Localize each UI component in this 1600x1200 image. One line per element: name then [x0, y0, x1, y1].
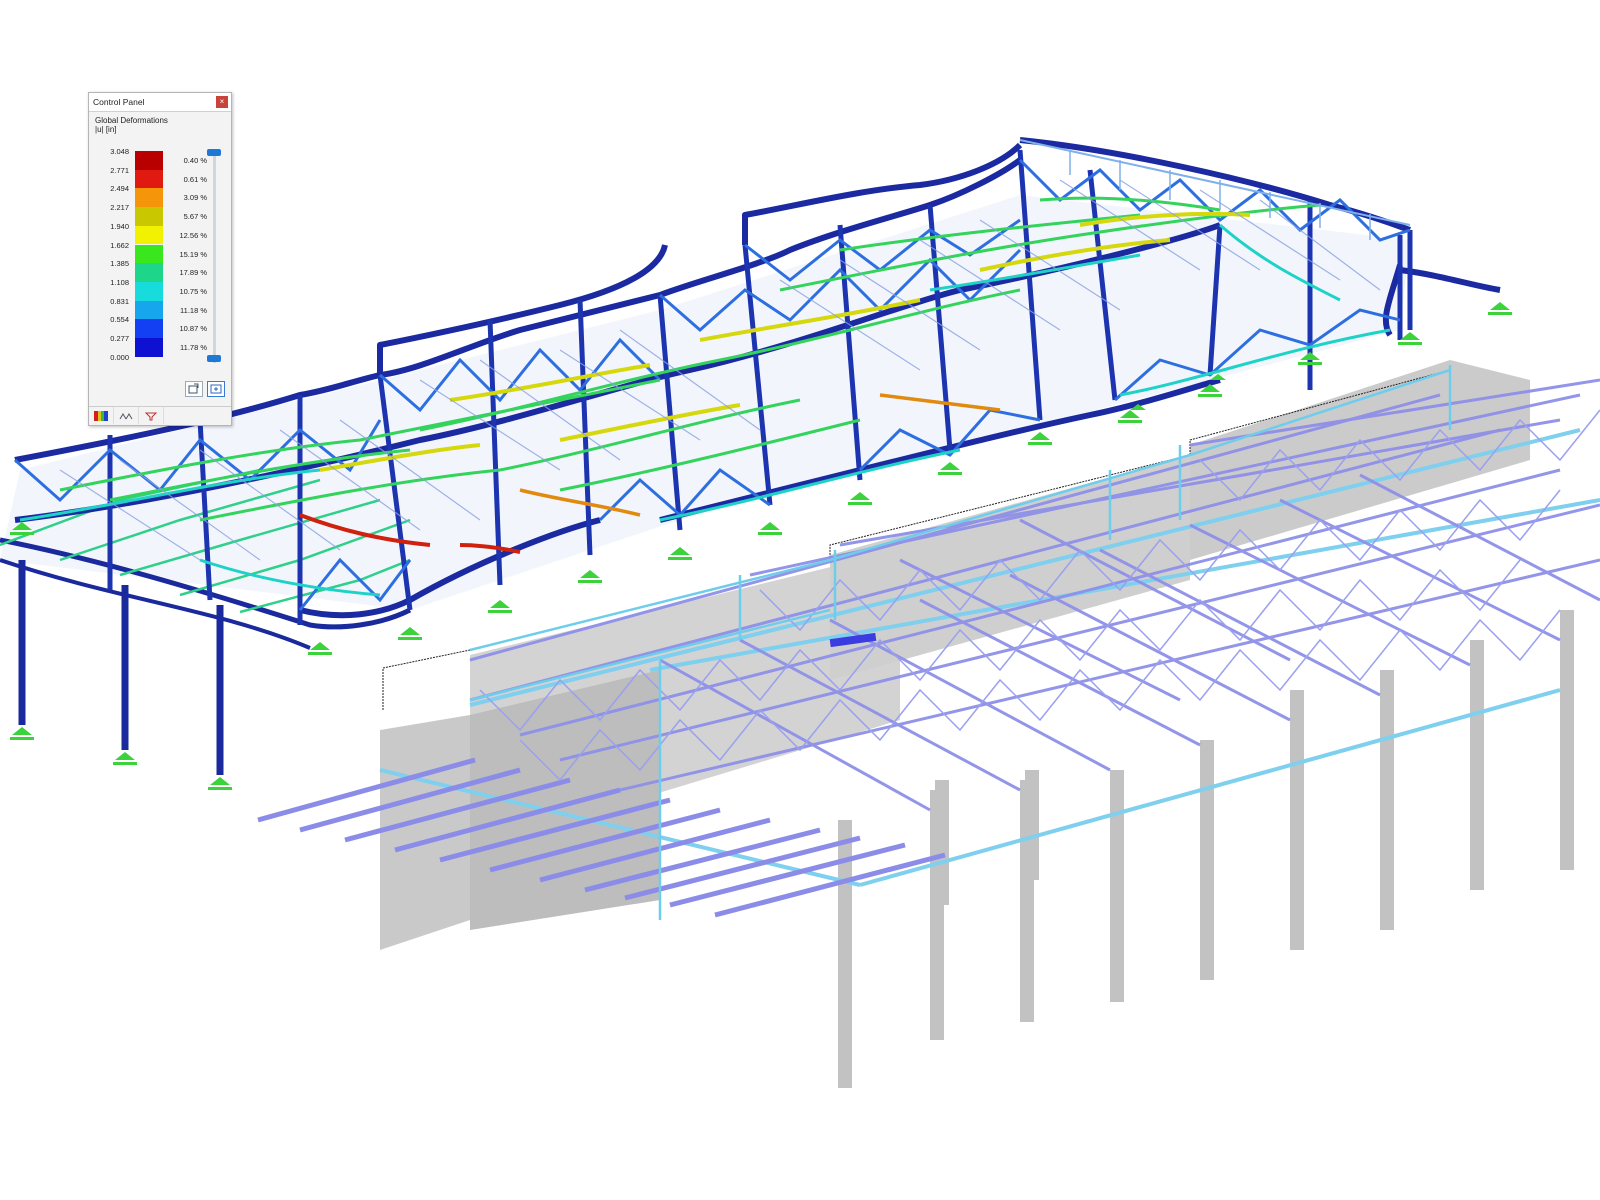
control-panel[interactable]: Control Panel × Global Deformations |u| … [88, 92, 232, 426]
legend-slider-top-handle[interactable] [207, 149, 221, 156]
control-panel-tabs [89, 406, 231, 425]
legend-value: 1.108 [110, 277, 129, 287]
filter-icon[interactable] [139, 407, 164, 424]
legend-value: 1.940 [110, 221, 129, 231]
legend-swatch [135, 207, 163, 226]
legend-value: 0.554 [110, 315, 129, 325]
legend-percent: 5.67 % [183, 212, 207, 222]
export-icon[interactable] [185, 381, 203, 397]
legend-value: 2.217 [110, 203, 129, 213]
3d-viewport[interactable] [0, 0, 1600, 1200]
control-panel-title: Control Panel [93, 97, 145, 107]
legend-slider-track[interactable] [213, 151, 216, 363]
legend-value: 1.662 [110, 240, 129, 250]
legend-value: 0.831 [110, 296, 129, 306]
legend-swatch [135, 319, 163, 338]
legend-slider-bottom-handle[interactable] [207, 355, 221, 362]
legend-percent: 11.78 % [180, 343, 207, 352]
legend-swatch [135, 300, 163, 320]
legend-value: 0.277 [110, 334, 129, 343]
legend-swatch [135, 188, 163, 208]
legend-swatch [135, 338, 163, 357]
result-unit: |u| [in] [95, 125, 117, 134]
legend-swatch [135, 244, 163, 264]
legend-swatch [135, 263, 163, 282]
color-scale-icon[interactable] [89, 407, 114, 424]
legend-value: 0.000 [110, 352, 129, 362]
legend-percent: 11.18 % [180, 305, 207, 315]
legend-percent: 12.56 % [179, 230, 207, 240]
legend-percent: 15.19 % [179, 249, 207, 259]
legend-percent: 0.61 % [183, 174, 207, 184]
legend-percent: 10.75 % [179, 286, 207, 296]
legend-swatch [135, 151, 163, 170]
legend-swatch [135, 225, 163, 245]
close-icon[interactable]: × [216, 96, 228, 108]
legend-swatch [135, 169, 163, 189]
result-title: Global Deformations [95, 116, 168, 125]
legend-value: 1.385 [110, 259, 129, 269]
legend-percent: 10.87 % [179, 324, 207, 334]
legend-value: 3.048 [110, 147, 129, 156]
legend-value: 2.494 [110, 184, 129, 194]
control-panel-titlebar[interactable]: Control Panel × [89, 93, 231, 112]
legend-percent: 17.89 % [179, 268, 207, 278]
legend-percent: 0.40 % [183, 156, 207, 165]
concrete-columns [838, 610, 1574, 1088]
balance-icon[interactable] [114, 407, 139, 424]
legend-percent: 3.09 % [183, 193, 207, 203]
legend-value: 2.771 [110, 165, 129, 175]
legend-swatch [135, 281, 163, 301]
settings-icon[interactable] [207, 381, 225, 397]
